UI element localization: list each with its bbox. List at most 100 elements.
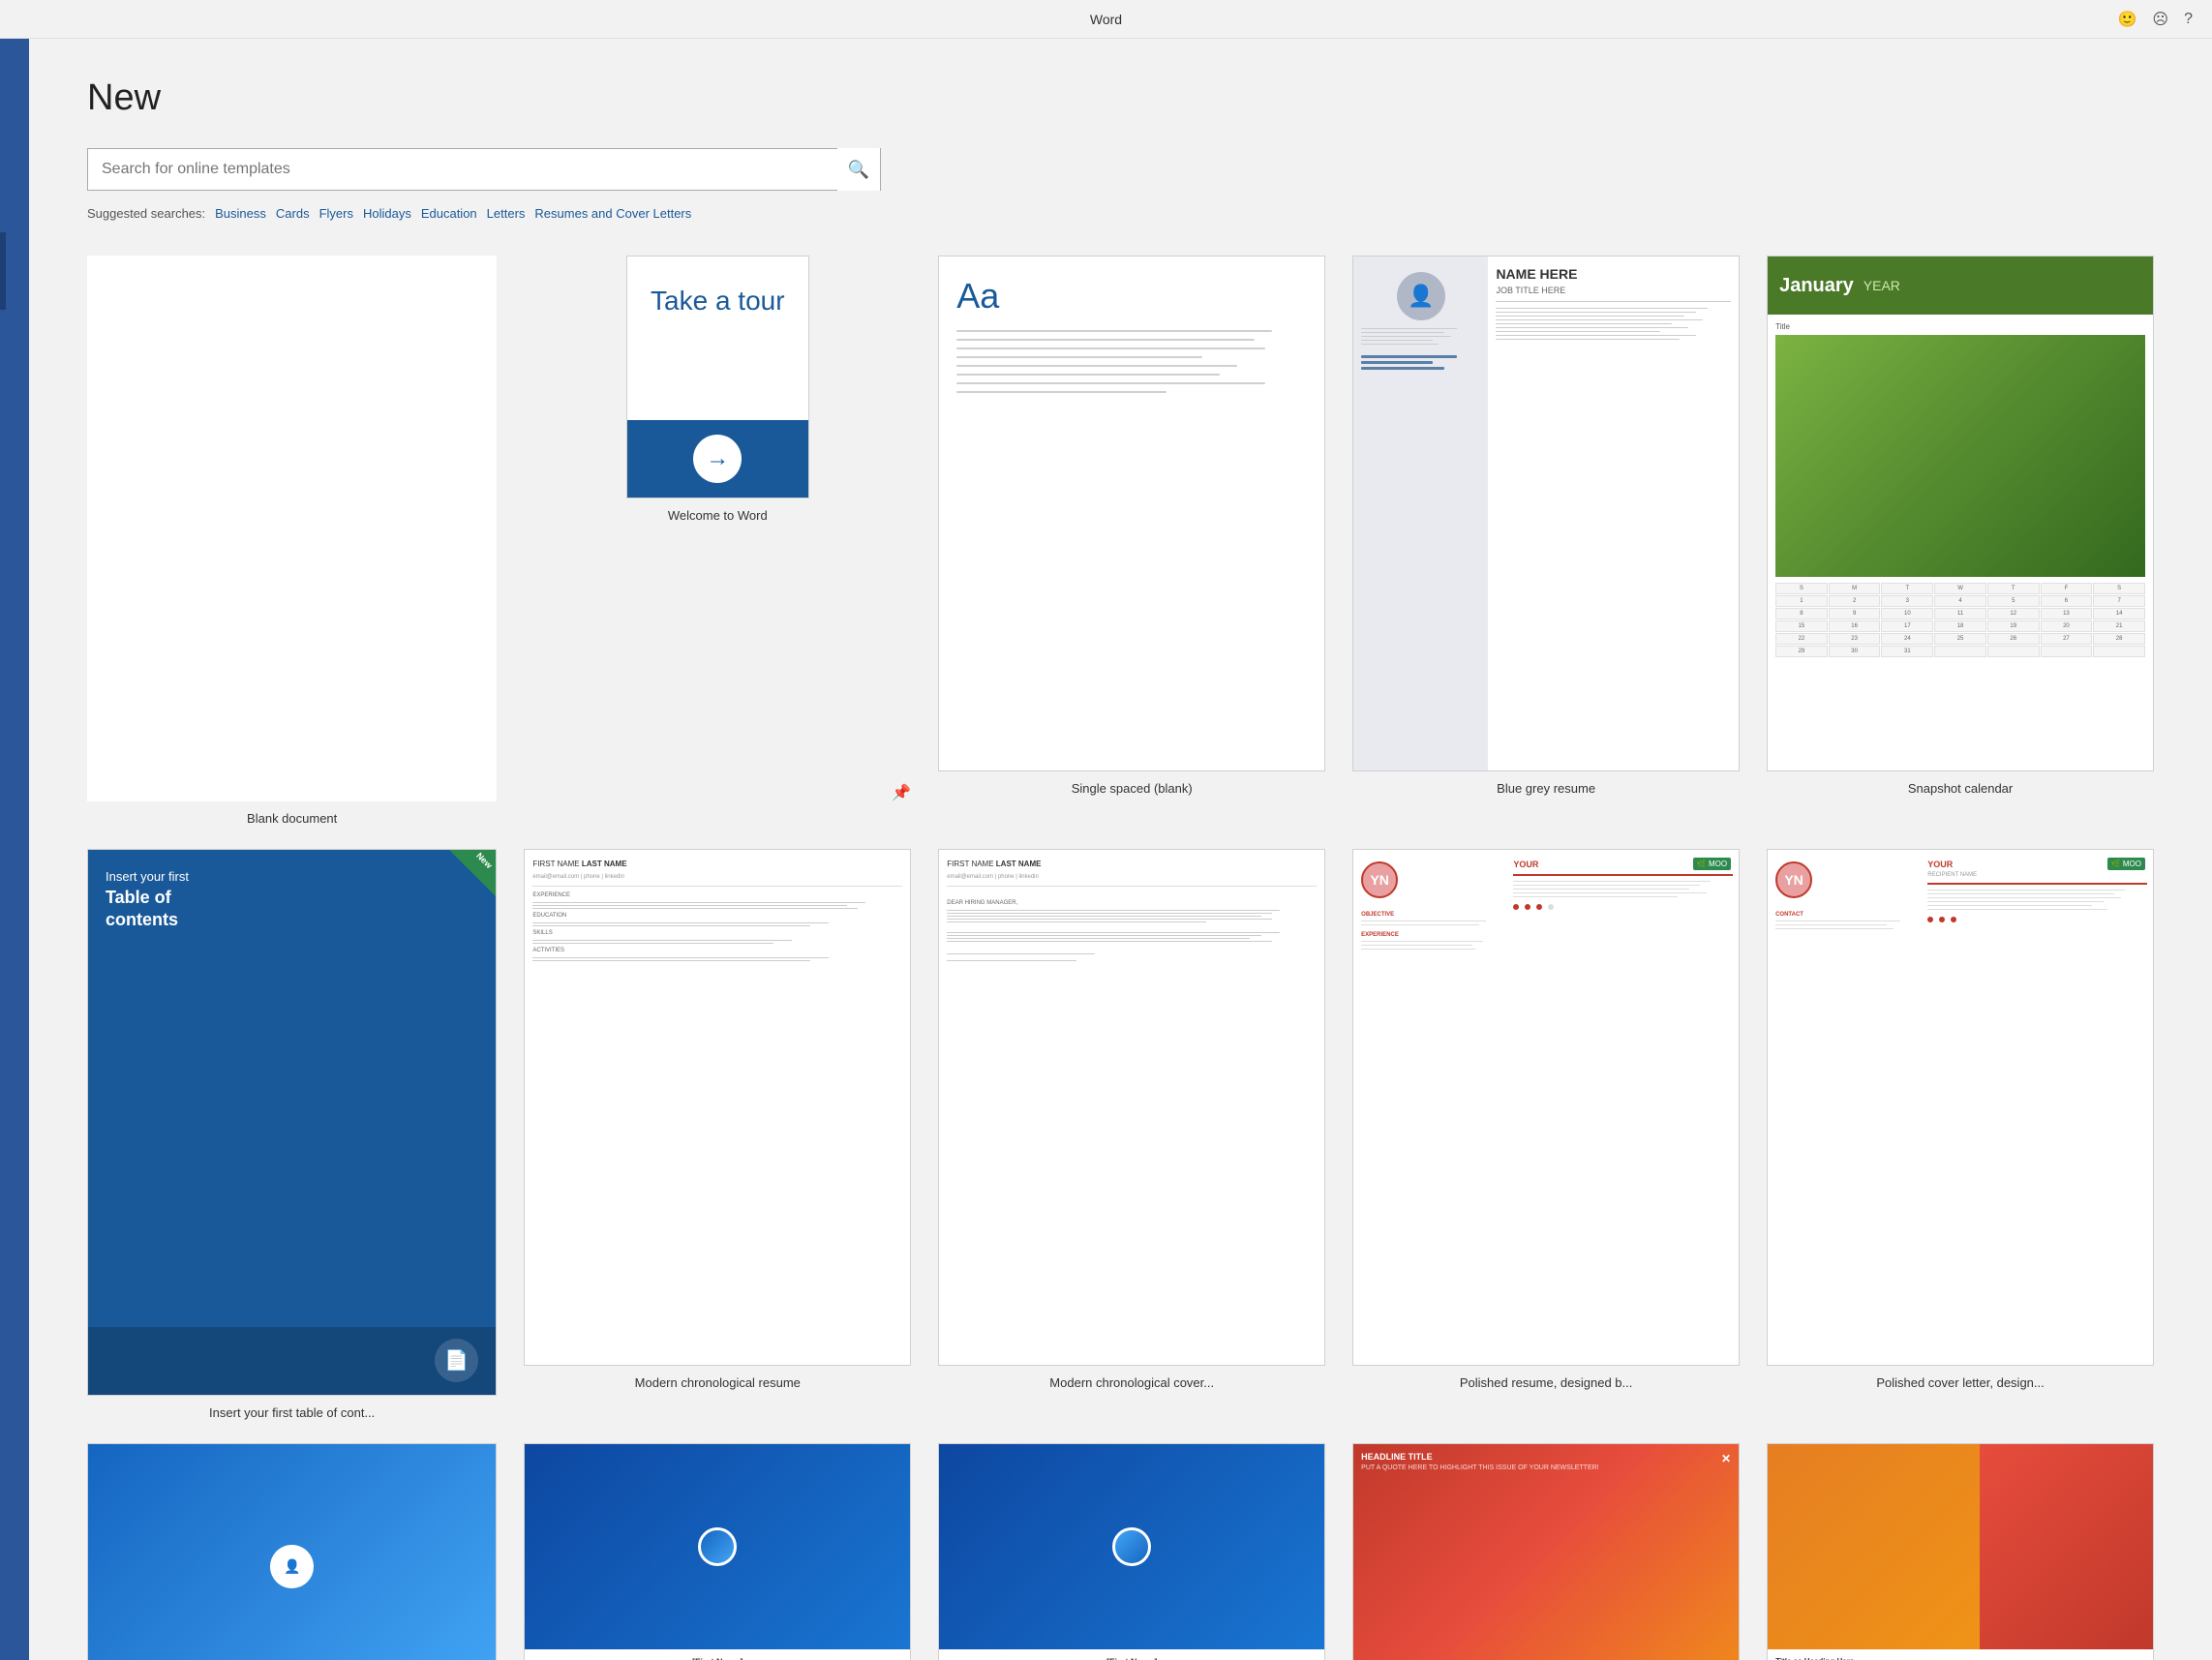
toc-card-inner: New Insert your first Table of contents …: [88, 850, 496, 1394]
template-newsletter[interactable]: HEADLINE TITLE PUT A QUOTE HERE TO HIGHL…: [1352, 1443, 1740, 1660]
newsletter-title: HEADLINE TITLE: [1361, 1452, 1731, 1462]
cal-grid: SMTWTFS 1234567 891011121314 15161718192…: [1775, 583, 2145, 657]
search-button[interactable]: 🔍: [837, 148, 880, 191]
pin-icon[interactable]: 📌: [892, 783, 911, 802]
tour-arrow-icon: →: [693, 435, 742, 483]
template-label-toc: Insert your first table of cont...: [209, 1405, 375, 1420]
cal-body: Title SMTWTFS 1234567 891011121314 15161…: [1768, 315, 2153, 770]
search-input[interactable]: [88, 161, 837, 178]
search-container: 🔍: [87, 148, 881, 191]
suggested-tag-cards[interactable]: Cards: [276, 206, 310, 221]
template-card-blog: Title as Heading Here Customise Heading …: [1767, 1443, 2154, 1660]
template-label-polished-cover: Polished cover letter, design...: [1876, 1375, 2044, 1390]
template-polished-resume[interactable]: YN OBJECTIVE EXPERIENCE: [1352, 849, 1740, 1419]
toc-icon: 📄: [435, 1339, 478, 1382]
template-card-calendar: January YEAR Title SMTWTFS 1234567 89101…: [1767, 256, 2154, 771]
cal-year: YEAR: [1864, 278, 1900, 293]
pol-right: YOUR: [1507, 850, 1739, 1364]
feedback-sad-icon[interactable]: ☹: [2152, 10, 2168, 29]
template-card-bc-cover: [First Name] [Surname]: [938, 1443, 1325, 1660]
title-bar: Word 🙂 ☹ ?: [0, 0, 2212, 39]
template-grid: Blank document Take a tour → Welcome to …: [87, 256, 2154, 1660]
template-blue-circle-2[interactable]: [First Name] [Surname]: [524, 1443, 911, 1660]
sidebar: [0, 39, 29, 1660]
title-bar-icons: 🙂 ☹ ?: [2117, 10, 2193, 29]
template-toc[interactable]: New Insert your first Table of contents …: [87, 849, 497, 1419]
app-title: Word: [1090, 12, 1122, 27]
suggested-tag-education[interactable]: Education: [421, 206, 477, 221]
toc-line2: Table of: [106, 888, 478, 908]
template-card-blank: [87, 256, 497, 801]
template-card-polished-resume: YN OBJECTIVE EXPERIENCE: [1352, 849, 1740, 1365]
template-single-spaced[interactable]: Aa Single spaced (blank): [938, 256, 1325, 826]
bgr-name: NAME HERE: [1496, 266, 1731, 282]
template-label-mcr: Modern chronological resume: [635, 1375, 801, 1390]
template-label-polished-resume: Polished resume, designed b...: [1460, 1375, 1633, 1390]
ss-lines: [956, 330, 1307, 393]
feedback-smiley-icon[interactable]: 🙂: [2117, 10, 2136, 29]
template-label-tour: Welcome to Word: [668, 508, 768, 523]
template-label-calendar: Snapshot calendar: [1908, 781, 2013, 796]
suggested-tag-resumes[interactable]: Resumes and Cover Letters: [534, 206, 691, 221]
suggested-label: Suggested searches:: [87, 206, 205, 221]
toc-bar: 📄: [88, 1327, 496, 1395]
template-blank-document[interactable]: Blank document: [87, 256, 497, 826]
polished-cover-inner: YN CONTACT YOUR RECIPIENT NAME: [1768, 850, 2153, 1364]
template-blue-grey-resume[interactable]: 👤: [1352, 256, 1740, 826]
cal-card-inner: January YEAR Title SMTWTFS 1234567 89101…: [1768, 257, 2153, 770]
template-card-single-spaced: Aa: [938, 256, 1325, 771]
pol-left: YN OBJECTIVE EXPERIENCE: [1353, 850, 1507, 1364]
pol-cover-right: YOUR RECIPIENT NAME: [1922, 850, 2153, 1364]
template-label-blue-grey: Blue grey resume: [1497, 781, 1595, 796]
template-snapshot-calendar[interactable]: January YEAR Title SMTWTFS 1234567 89101…: [1767, 256, 2154, 826]
template-welcome-wrapper: Take a tour → Welcome to Word 📌: [524, 256, 911, 826]
sidebar-accent: [0, 232, 6, 310]
moo-badge: 🌿 MOO: [1693, 858, 1731, 870]
page-title: New: [87, 77, 2154, 119]
template-card-bc1: 👤 NAME HERE: [87, 1443, 497, 1660]
toc-line1: Insert your first: [106, 869, 478, 884]
new-badge: [449, 850, 496, 896]
template-blue-circle-cover[interactable]: [First Name] [Surname]: [938, 1443, 1325, 1660]
ss-aa-label: Aa: [956, 276, 1307, 317]
template-card-tour: Take a tour →: [626, 256, 809, 498]
template-card-mcr: FIRST NAME LAST NAME email@email.com | p…: [524, 849, 911, 1365]
pol-cover-left: YN CONTACT: [1768, 850, 1922, 1364]
ss-card-inner: Aa: [939, 257, 1324, 770]
bgr-card-inner: 👤: [1353, 257, 1739, 770]
bgr-left: 👤: [1353, 257, 1488, 770]
template-card-blue-grey: 👤: [1352, 256, 1740, 771]
template-card-mcc: FIRST NAME LAST NAME email@email.com | p…: [938, 849, 1325, 1365]
help-icon[interactable]: ?: [2184, 11, 2193, 28]
template-modern-chrono-cover[interactable]: FIRST NAME LAST NAME email@email.com | p…: [938, 849, 1325, 1419]
tour-card-inner: Take a tour →: [627, 257, 808, 498]
suggested-tag-letters[interactable]: Letters: [487, 206, 526, 221]
template-card-newsletter: HEADLINE TITLE PUT A QUOTE HERE TO HIGHL…: [1352, 1443, 1740, 1660]
pol-cover-avatar: YN: [1775, 861, 1812, 898]
tour-title: Take a tour: [651, 286, 785, 317]
template-label-blank: Blank document: [247, 811, 337, 826]
bgr-right: NAME HERE JOB TITLE HERE: [1488, 257, 1739, 770]
moo-badge-cover: 🌿 MOO: [2107, 858, 2145, 870]
bgr-jobtitle: JOB TITLE HERE: [1496, 286, 1731, 295]
main-layout: New 🔍 Suggested searches: Business Cards…: [0, 39, 2212, 1660]
resume-cover-inner: FIRST NAME LAST NAME email@email.com | p…: [939, 850, 1324, 1364]
cal-header: January YEAR: [1768, 257, 2153, 315]
template-blue-circle-1[interactable]: 👤 NAME HERE: [87, 1443, 497, 1660]
suggested-tag-flyers[interactable]: Flyers: [319, 206, 353, 221]
suggested-tag-holidays[interactable]: Holidays: [363, 206, 411, 221]
suggested-tag-business[interactable]: Business: [215, 206, 266, 221]
template-blog[interactable]: Title as Heading Here Customise Heading …: [1767, 1443, 2154, 1660]
template-welcome-to-word[interactable]: Take a tour → Welcome to Word: [626, 256, 809, 523]
bgr-avatar: 👤: [1397, 272, 1445, 320]
template-label-single-spaced: Single spaced (blank): [1072, 781, 1193, 796]
polished-card-inner: YN OBJECTIVE EXPERIENCE: [1353, 850, 1739, 1364]
cal-image: [1775, 335, 2145, 577]
pol-avatar: YN: [1361, 861, 1398, 898]
template-polished-cover[interactable]: YN CONTACT YOUR RECIPIENT NAME: [1767, 849, 2154, 1419]
template-label-mcc: Modern chronological cover...: [1049, 1375, 1214, 1390]
main-content: New 🔍 Suggested searches: Business Cards…: [29, 39, 2212, 1660]
tour-arrow-bar: →: [627, 420, 808, 498]
resume-card-inner: FIRST NAME LAST NAME email@email.com | p…: [525, 850, 910, 1364]
template-modern-chrono-resume[interactable]: FIRST NAME LAST NAME email@email.com | p…: [524, 849, 911, 1419]
